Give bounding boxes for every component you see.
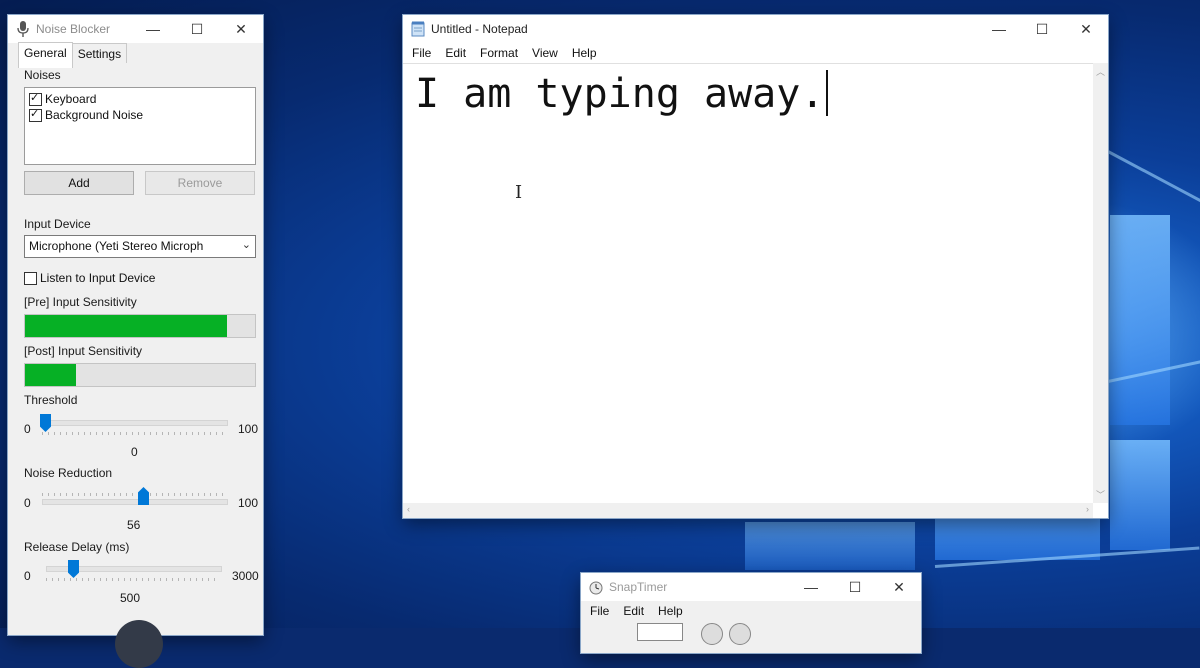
text-editor-area[interactable]: I am typing away. I [403,63,1093,504]
list-item[interactable]: Background Noise [29,107,144,122]
menu-bar: File Edit Format View Help [403,43,1108,63]
list-item[interactable]: Keyboard [29,91,97,106]
menu-help[interactable]: Help [651,601,690,621]
notepad-icon [411,21,425,37]
general-tab-panel: Noises Keyboard Background Noise Add Rem… [18,63,263,668]
snaptimer-window: SnapTimer — ☐ ✕ File Edit Help [581,573,921,653]
timer-icon [589,581,603,595]
horizontal-scrollbar[interactable]: ‹ › [403,503,1093,518]
list-item-label: Background Noise [45,108,144,122]
input-device-label: Input Device [24,217,91,231]
tab-strip: General Settings [18,42,128,68]
close-button[interactable]: ✕ [877,573,921,601]
noises-label: Noises [24,68,61,82]
listen-checkbox[interactable] [24,271,37,285]
scroll-right-icon[interactable]: › [1086,504,1089,514]
menu-format[interactable]: Format [473,43,525,63]
threshold-label: Threshold [24,393,78,407]
menu-help[interactable]: Help [565,43,604,63]
maximize-button[interactable]: ☐ [175,15,219,43]
menu-bar: File Edit Help [581,601,921,621]
threshold-slider-thumb[interactable] [40,414,51,432]
scroll-left-icon[interactable]: ‹ [407,504,410,514]
release-delay-value: 500 [120,591,141,605]
background-noise-checkbox[interactable] [29,107,42,122]
window-title: Untitled - Notepad [431,22,528,36]
menu-file[interactable]: File [405,43,438,63]
scroll-up-icon[interactable]: ︿ [1096,65,1105,78]
menu-edit[interactable]: Edit [616,601,651,621]
post-sensitivity-label: [Post] Input Sensitivity [24,344,143,358]
close-button[interactable]: ✕ [1064,15,1108,43]
list-item-label: Keyboard [45,92,97,106]
remove-button[interactable]: Remove [145,171,255,195]
input-device-value: Microphone (Yeti Stereo Microph [29,239,204,253]
maximize-button[interactable]: ☐ [1020,15,1064,43]
start-button[interactable] [701,623,723,645]
minimize-button[interactable]: — [977,15,1021,43]
keyboard-checkbox[interactable] [29,91,42,106]
close-button[interactable]: ✕ [219,15,263,43]
reset-button[interactable] [729,623,751,645]
noise-reduction-min: 0 [24,496,31,510]
notepad-window: Untitled - Notepad — ☐ ✕ File Edit Forma… [403,15,1108,518]
meter-fill [25,364,76,386]
noise-reduction-value: 56 [127,518,141,532]
chevron-down-icon: ⌄ [241,239,251,251]
scroll-down-icon[interactable]: ﹀ [1096,488,1105,501]
minimize-button[interactable]: — [789,573,833,601]
noise-blocker-titlebar[interactable]: Noise Blocker — ☐ ✕ [8,15,263,43]
noise-reduction-ticks [42,493,226,496]
wallpaper-pane [1110,215,1170,425]
threshold-min: 0 [24,422,31,436]
tab-settings[interactable]: Settings [71,43,128,63]
notepad-titlebar[interactable]: Untitled - Notepad — ☐ ✕ [403,15,1108,43]
meter-fill [25,315,228,337]
noise-reduction-track[interactable] [42,499,228,505]
maximize-button[interactable]: ☐ [833,573,877,601]
power-button[interactable] [115,620,163,668]
release-delay-min: 0 [24,569,31,583]
wallpaper-pane [745,522,915,570]
noise-reduction-max: 100 [238,496,259,510]
text-caret [826,70,829,116]
noise-blocker-window: Noise Blocker — ☐ ✕ General Settings Noi… [8,15,263,668]
window-title: SnapTimer [609,580,668,594]
pre-sensitivity-meter [24,314,256,338]
i-beam-cursor-icon: I [515,182,523,203]
listen-to-input-row[interactable]: Listen to Input Device [24,271,155,285]
threshold-value: 0 [131,445,138,459]
threshold-track[interactable] [42,420,228,426]
release-delay-slider-thumb[interactable] [68,560,79,578]
post-sensitivity-meter [24,363,256,387]
release-delay-ticks [46,578,220,581]
menu-view[interactable]: View [525,43,565,63]
threshold-max: 100 [238,422,259,436]
microphone-icon [17,21,29,37]
input-device-select[interactable]: Microphone (Yeti Stereo Microph ⌄ [24,235,256,258]
pre-sensitivity-label: [Pre] Input Sensitivity [24,295,137,309]
listen-label: Listen to Input Device [40,271,156,285]
snaptimer-titlebar[interactable]: SnapTimer — ☐ ✕ [581,573,921,601]
release-delay-label: Release Delay (ms) [24,540,130,554]
minimize-button[interactable]: — [131,15,175,43]
noise-reduction-label: Noise Reduction [24,466,113,480]
release-delay-max: 3000 [232,569,259,583]
document-text: I am typing away. [415,71,825,117]
menu-file[interactable]: File [583,601,616,621]
noise-reduction-slider-thumb[interactable] [138,487,149,505]
time-input[interactable] [637,623,683,641]
window-title: Noise Blocker [36,22,111,36]
threshold-ticks [42,432,226,435]
add-button[interactable]: Add [24,171,134,195]
menu-edit[interactable]: Edit [438,43,473,63]
vertical-scrollbar[interactable]: ︿ ﹀ [1093,63,1108,503]
wallpaper-pane [1110,440,1170,550]
noises-list[interactable]: Keyboard Background Noise [24,87,256,165]
